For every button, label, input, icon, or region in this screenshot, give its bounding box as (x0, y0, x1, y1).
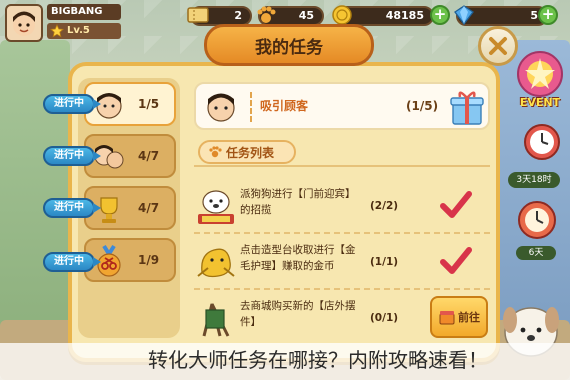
close-icon (489, 37, 507, 55)
paw-icon (257, 6, 276, 23)
gem-count: 5 (530, 9, 538, 22)
tab-count: 1/9 (138, 253, 160, 267)
welcome-dog-icon (198, 190, 234, 224)
ticket-count: 2 (234, 9, 242, 22)
shop-box-icon (439, 311, 455, 325)
header-divider (250, 92, 252, 122)
task-description: 去商城购买新的【店外摆件】 (240, 300, 356, 328)
tab-status-badge: 进行中 (43, 252, 101, 272)
event-label: EVENT (519, 96, 561, 109)
paw-icon (209, 146, 222, 158)
tab-count: 4/7 (138, 201, 160, 215)
tab-status-badge: 进行中 (43, 94, 101, 114)
add-gems-button[interactable]: + (538, 5, 558, 25)
panel-title: 我的任务 (255, 37, 323, 58)
task-group-progress: (1/5) (406, 99, 439, 113)
player-card[interactable]: BIGBANG Lv.5 (3, 2, 121, 42)
event-days: 6天 (516, 246, 556, 260)
panel-title-banner: 我的任务 (204, 24, 374, 66)
task-progress: (2/2) (370, 200, 399, 212)
golden-dog-icon (197, 248, 235, 278)
clock-event-icon[interactable] (514, 196, 560, 242)
player-avatar[interactable] (5, 4, 43, 42)
player-name: BIGBANG (47, 4, 121, 20)
task-row: 去商城购买新的【店外摆件】 (0/1) 前往 (194, 290, 490, 346)
task-row: 点击造型台收取进行【金毛护理】赚取的金币 (1/1) (194, 234, 490, 290)
event-timer: 3天18时 (508, 172, 560, 188)
alarm-clock-icon[interactable] (520, 118, 564, 162)
checkmark-icon (440, 191, 472, 218)
coin-count: 48185 (385, 9, 424, 22)
add-coins-button[interactable]: + (430, 5, 450, 25)
task-group-name: 吸引顾客 (260, 99, 309, 113)
signboard-icon (202, 303, 230, 337)
go-button[interactable]: 前往 (430, 296, 488, 338)
section-divider (194, 165, 490, 167)
coin-icon (332, 5, 352, 25)
gem-icon (454, 5, 474, 26)
article-caption: 转化大师任务在哪接？内附攻略速看！ (148, 348, 488, 372)
task-list-tab: 任务列表 (198, 140, 296, 164)
close-button[interactable] (478, 26, 518, 66)
tab-count: 1/5 (138, 97, 160, 111)
task-progress: (0/1) (370, 312, 399, 324)
task-list-label: 任务列表 (226, 145, 275, 160)
gift-box-icon[interactable] (450, 88, 484, 126)
tab-status-badge: 进行中 (43, 198, 101, 218)
tab-status-badge: 进行中 (43, 146, 101, 166)
go-button-label: 前往 (458, 311, 480, 324)
customer-avatar-icon (207, 93, 235, 122)
task-description: 点击造型台收取进行【金毛护理】赚取的金币 (240, 244, 356, 272)
task-progress: (1/1) (370, 256, 399, 268)
tab-count: 4/7 (138, 149, 160, 163)
task-description: 派狗狗进行【门前迎宾】的招揽 (240, 188, 356, 216)
checkmark-icon (440, 247, 472, 274)
background-shop-left (0, 40, 70, 340)
paw-count: 45 (298, 9, 314, 22)
ticket-icon (187, 7, 209, 23)
star-icon (50, 24, 64, 38)
task-row: 派狗狗进行【门前迎宾】的招揽 (2/2) (194, 178, 490, 234)
task-group-header: 吸引顾客 (1/5) (194, 82, 490, 130)
boy-face-icon (13, 11, 35, 36)
